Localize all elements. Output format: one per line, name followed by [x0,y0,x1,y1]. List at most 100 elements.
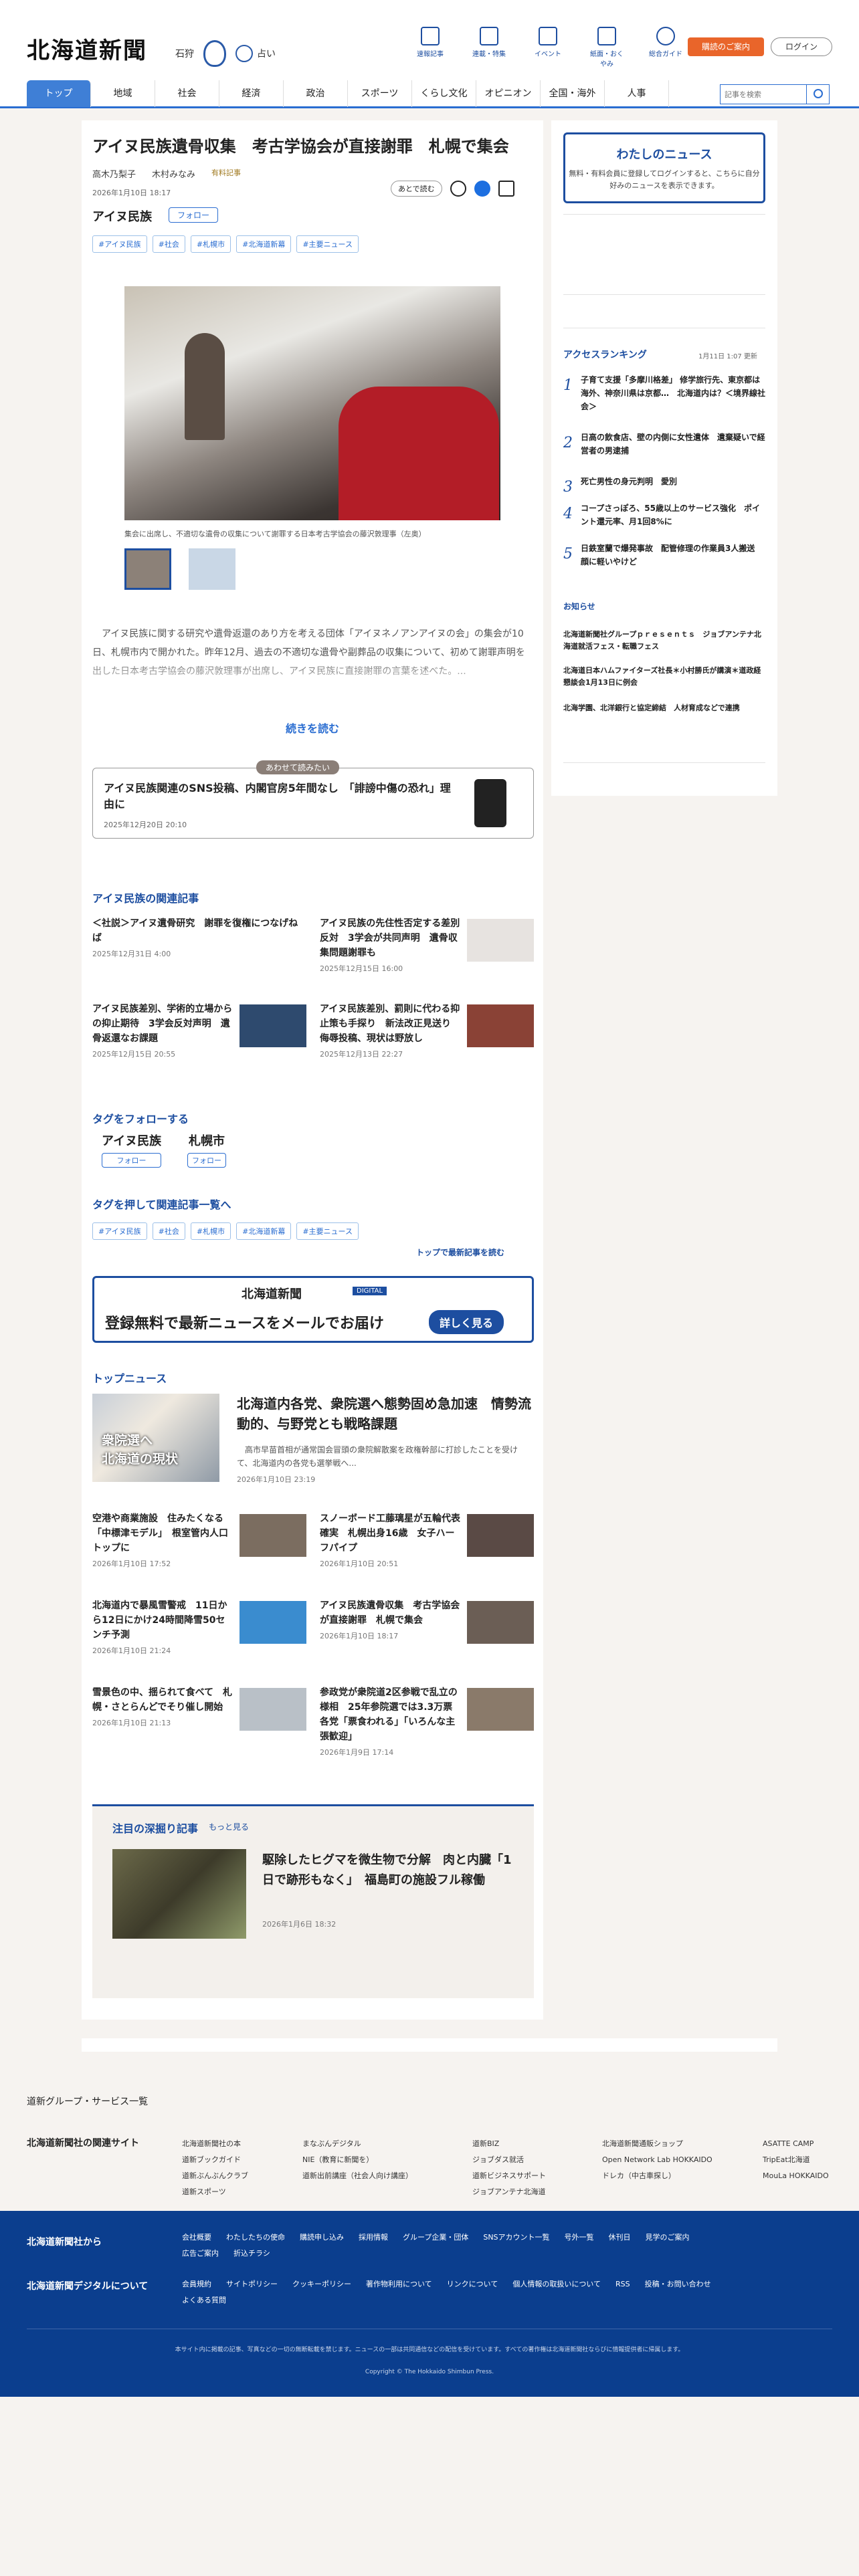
tag-link[interactable]: #社会 [152,235,185,253]
ranking-item[interactable]: 4 コープさっぽろ、55歳以上のサービス強化 ポイント還元率、月1回8%に [563,502,765,528]
author-name[interactable]: 木村みなみ [152,167,195,180]
footer-link[interactable]: MouLa HOKKAIDO [763,2168,829,2184]
tag-link[interactable]: #主要ニュース [296,1222,359,1240]
photo-thumbnail[interactable] [124,548,171,590]
follow-tag-button[interactable]: フォロー [102,1153,162,1168]
footer-link[interactable]: サイトポリシー [226,2280,278,2288]
tag-link[interactable]: #社会 [152,1222,185,1240]
footer-link[interactable]: リンクについて [447,2280,498,2288]
breaking-news-link[interactable]: 速報記事 [412,27,448,68]
nav-personnel[interactable]: 人事 [605,80,669,107]
notice-item[interactable]: 北海道新聞社グループｐｒｅｓｅｎｔｓ ジョブアンテナ北海道就活フェス・転職フェス [563,629,765,653]
login-button[interactable]: ログイン [771,37,832,56]
footer-link[interactable]: ジョブアンテナ北海道 [472,2184,546,2200]
fortune-link[interactable]: 占い [235,45,276,62]
footer-link[interactable]: 折込チラシ [233,2249,270,2258]
related-article[interactable]: アイヌ民族差別、罰則に代わる抑止策も手探り 新法改正見送り 侮辱投稿、現状は野放… [320,1002,534,1059]
footer-link[interactable]: 道新ブックガイド [182,2152,248,2168]
subscribe-button[interactable]: 購読のご案内 [688,37,764,56]
tag-link[interactable]: #北海道新幕 [236,235,292,253]
read-more-button[interactable]: 続きを読む [82,720,543,736]
footer-link[interactable]: 会社概要 [182,2233,211,2242]
related-article[interactable]: ＜社説＞アイヌ遺骨研究 謝罪を復権につなげねば 2025年12月31日 4:00 [92,916,306,959]
footer-link[interactable]: 北海道新聞社の本 [182,2136,248,2152]
photo-thumbnail[interactable] [189,548,235,590]
nav-top[interactable]: トップ [27,80,91,107]
tag-link[interactable]: #札幌市 [190,1222,231,1240]
footer-link[interactable]: ジョブダス就活 [472,2152,546,2168]
tag-link[interactable]: #主要ニュース [296,235,359,253]
group-services-link[interactable]: 道新グループ・サービス一覧 [27,2095,148,2108]
ranking-item[interactable]: 3 死亡男性の身元判明 愛別 [563,475,765,496]
footer-link[interactable]: 著作物利用について [366,2280,432,2288]
footer-link[interactable]: 購読申し込み [300,2233,344,2242]
event-link[interactable]: イベント [530,27,566,68]
footer-link[interactable]: 会員規約 [182,2280,211,2288]
notice-item[interactable]: 北海学園、北洋銀行と協定締結 人材育成などで連携 [563,702,765,714]
top-news-item[interactable]: 空港や商業施設 住みたくなる「中標津モデル」 根室管内人口トップに 2026年1月… [92,1511,306,1569]
deep-more-link[interactable]: もっと見る [209,1821,249,1832]
top-news-item[interactable]: 北海道内で暴風雪警戒 11日から12日にかけ24時間降雪50センチ予測 2026年… [92,1598,306,1656]
footer-link[interactable]: ドレカ（中古車探し） [602,2168,712,2184]
ranking-item[interactable]: 5 日鉄室蘭で爆発事故 配管修理の作業員3人搬送 顔に軽いやけど [563,542,765,568]
search-icon[interactable] [806,85,829,104]
footer-link[interactable]: 号外一覧 [565,2233,594,2242]
follow-tag-button[interactable]: フォロー [187,1153,226,1168]
footer-link[interactable]: グループ企業・団体 [403,2233,468,2242]
footer-link[interactable]: クッキーポリシー [292,2280,351,2288]
footer-link[interactable]: RSS [615,2280,630,2288]
related-article[interactable]: アイヌ民族差別、学術的立場からの抑止期待 3学会反対声明 遺骨返還なお課題 202… [92,1002,306,1059]
footer-link[interactable]: 道新BIZ [472,2136,546,2152]
footer-link[interactable]: よくある質問 [182,2296,226,2304]
facebook-share-icon[interactable] [474,181,490,197]
weather-widget[interactable]: 石狩 占い [175,40,276,67]
footer-link[interactable]: Open Network Lab HOKKAIDO [602,2152,712,2168]
footer-link[interactable]: 北海道新聞通販ショップ [602,2136,712,2152]
footer-link[interactable]: 道新ビジネスサポート [472,2168,546,2184]
footer-link[interactable]: 道新ぶんぶんクラブ [182,2168,248,2184]
nav-economy[interactable]: 経済 [219,80,284,107]
author-name[interactable]: 高木乃梨子 [92,167,136,180]
top-news-item[interactable]: 雪景色の中、揺られて食べて 札幌・さとらんどでそり催し開始 2026年1月10日 … [92,1685,306,1731]
nav-culture[interactable]: くらし文化 [412,80,476,107]
top-news-item[interactable]: アイヌ民族遺骨収集 考古学協会が直接謝罪 札幌で集会 2026年1月10日 18:… [320,1598,534,1644]
paper-link[interactable]: 紙面・おくやみ [589,27,625,68]
nav-society[interactable]: 社会 [155,80,219,107]
deep-image[interactable] [112,1849,246,1939]
footer-link[interactable]: 道新スポーツ [182,2184,248,2200]
follow-button[interactable]: フォロー [169,207,219,223]
footer-link[interactable]: 採用情報 [359,2233,388,2242]
series-link[interactable]: 連載・特集 [471,27,507,68]
site-logo[interactable]: 北海道新聞 [27,32,147,65]
footer-link[interactable]: わたしたちの使命 [226,2233,285,2242]
tag-link[interactable]: #アイヌ民族 [92,1222,147,1240]
nav-region[interactable]: 地域 [91,80,155,107]
ranking-item[interactable]: 2 日高の飲食店、壁の内側に女性遺体 遺棄疑いで経営者の男逮捕 [563,431,765,457]
latest-link[interactable]: トップで最新記事を読む [416,1247,504,1258]
search-input[interactable] [721,85,805,104]
footer-link[interactable]: 広告ご案内 [182,2249,219,2258]
mascot-icon[interactable] [203,40,226,67]
share-icon[interactable] [498,181,514,197]
ranking-item[interactable]: 1 子育て支援「多摩川格差」 修学旅行先、東京都は海外、神奈川県は京都… 北海道内… [563,373,765,413]
city-label[interactable]: 石狩 [175,47,194,60]
read-later-button[interactable]: あとで読む [391,181,442,197]
x-share-icon[interactable] [450,181,466,197]
footer-link[interactable]: 個人情報の取扱いについて [512,2280,601,2288]
top-news-item[interactable]: 参政党が衆院道2区参戦で乱立の様相 25年参院選では3.3万票 各党「票食われる… [320,1685,534,1757]
tag-link[interactable]: #北海道新幕 [236,1222,292,1240]
ranking-heading[interactable]: アクセスランキング [563,348,647,361]
top-news-item[interactable]: スノーボード工藤璃星が五輪代表確実 札幌出身16歳 女子ハーフパイプ 2026年1… [320,1511,534,1569]
nav-opinion[interactable]: オピニオン [476,80,541,107]
nav-sports[interactable]: スポーツ [348,80,412,107]
footer-link[interactable]: 休刊日 [609,2233,631,2242]
tag-link[interactable]: #札幌市 [190,235,231,253]
tag-link[interactable]: #アイヌ民族 [92,235,147,253]
footer-link[interactable]: NIE（教育に新聞を） [302,2152,413,2168]
deep-title[interactable]: 駆除したヒグマを微生物で分解 肉と内臓「1日で跡形もなく」 福島町の施設フル稼働 [262,1850,516,1891]
nav-world[interactable]: 全国・海外 [541,80,605,107]
nav-politics[interactable]: 政治 [284,80,348,107]
mail-banner[interactable]: 北海道新聞 DIGITAL 登録無料で最新ニュースをメールでお届け 詳しく見る [92,1276,534,1343]
notice-item[interactable]: 北海道日本ハムファイターズ社長＊小村勝氏が講演＊道政経懇談会1月13日に例会 [563,665,765,689]
recommend-card[interactable]: あわせて読みたい アイヌ民族関連のSNS投稿、内閣官房5年間なし 「誹謗中傷の恐… [92,760,534,839]
